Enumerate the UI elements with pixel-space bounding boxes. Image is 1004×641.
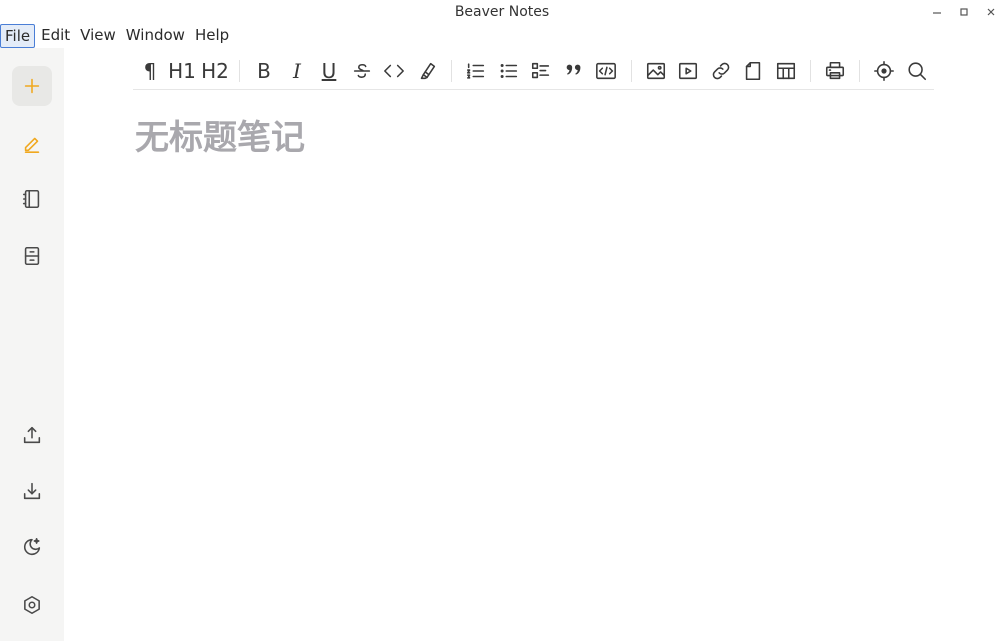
highlighter-icon <box>420 62 436 80</box>
highlight-button[interactable] <box>413 57 441 85</box>
italic-icon: I <box>293 59 301 83</box>
image-icon <box>646 62 666 80</box>
search-button[interactable] <box>903 57 931 85</box>
paragraph-icon: ¶ <box>143 59 157 83</box>
underline-icon: U <box>321 59 337 83</box>
table-icon <box>776 62 796 80</box>
window-title: Beaver Notes <box>454 4 550 20</box>
toolbar-divider <box>631 60 632 82</box>
bullet-list-button[interactable] <box>495 57 523 85</box>
editor-toolbar: ¶ H1 H2 B I U <box>133 52 934 90</box>
export-button[interactable] <box>12 415 52 455</box>
maximize-icon <box>959 7 968 16</box>
insert-image-button[interactable] <box>642 57 670 85</box>
task-list-button[interactable] <box>527 57 555 85</box>
video-icon <box>678 62 698 80</box>
bullet-list-icon <box>500 63 518 79</box>
close-icon <box>987 8 994 15</box>
file-icon <box>745 61 761 81</box>
underline-button[interactable]: U <box>315 57 343 85</box>
toolbar-divider <box>859 60 860 82</box>
pencil-icon <box>24 137 40 153</box>
heading2-button[interactable]: H2 <box>201 57 229 85</box>
minimize-button[interactable] <box>927 2 946 21</box>
inline-code-button[interactable] <box>380 57 408 85</box>
plus-icon <box>24 78 40 94</box>
minimize-icon <box>932 11 941 14</box>
upload-icon <box>23 426 41 444</box>
close-button[interactable] <box>981 2 1000 21</box>
maximize-button[interactable] <box>954 2 973 21</box>
moon-icon <box>23 537 41 556</box>
insert-video-button[interactable] <box>674 57 702 85</box>
archive-button[interactable] <box>12 236 52 276</box>
heading2-icon: H2 <box>201 59 229 83</box>
notes-button[interactable] <box>12 123 52 163</box>
ordered-list-icon <box>466 63 485 79</box>
attach-file-button[interactable] <box>739 57 767 85</box>
ordered-list-button[interactable] <box>462 57 490 85</box>
settings-button[interactable] <box>12 585 52 625</box>
code-block-icon <box>596 62 616 80</box>
window-controls <box>927 2 1000 21</box>
download-icon <box>23 482 41 500</box>
toolbar-divider <box>239 60 240 82</box>
archive-icon <box>24 246 40 266</box>
bold-button[interactable]: B <box>250 57 278 85</box>
quote-icon <box>566 64 581 75</box>
new-note-button[interactable] <box>12 66 52 106</box>
settings-icon <box>24 595 40 615</box>
code-icon <box>384 64 404 78</box>
import-button[interactable] <box>12 471 52 511</box>
bold-icon: B <box>257 59 271 83</box>
checklist-icon <box>531 62 550 79</box>
code-block-button[interactable] <box>592 57 620 85</box>
print-button[interactable] <box>821 57 849 85</box>
title-bar: Beaver Notes <box>0 0 1004 24</box>
notebook-button[interactable] <box>12 179 52 219</box>
blockquote-button[interactable] <box>560 57 588 85</box>
toolbar-divider <box>810 60 811 82</box>
note-title-input[interactable]: 无标题笔记 <box>135 110 305 159</box>
crosshair-icon <box>874 61 894 81</box>
menu-view[interactable]: View <box>76 24 120 48</box>
printer-icon <box>825 61 845 80</box>
search-icon <box>908 62 927 81</box>
heading1-icon: H1 <box>168 59 196 83</box>
strikethrough-button[interactable] <box>348 57 376 85</box>
insert-table-button[interactable] <box>772 57 800 85</box>
notebook-icon <box>22 189 40 209</box>
italic-button[interactable]: I <box>283 57 311 85</box>
dark-mode-button[interactable] <box>12 527 52 567</box>
menu-edit[interactable]: Edit <box>37 24 74 48</box>
heading1-button[interactable]: H1 <box>168 57 196 85</box>
menu-window[interactable]: Window <box>122 24 189 48</box>
menu-bar: File Edit View Window Help <box>0 24 235 48</box>
sidebar <box>0 48 64 641</box>
focus-mode-button[interactable] <box>870 57 898 85</box>
link-icon <box>712 62 730 80</box>
menu-help[interactable]: Help <box>191 24 233 48</box>
strikethrough-icon <box>353 63 371 78</box>
paragraph-button[interactable]: ¶ <box>136 57 164 85</box>
menu-file[interactable]: File <box>0 24 36 48</box>
toolbar-divider <box>451 60 452 82</box>
insert-link-button[interactable] <box>707 57 735 85</box>
